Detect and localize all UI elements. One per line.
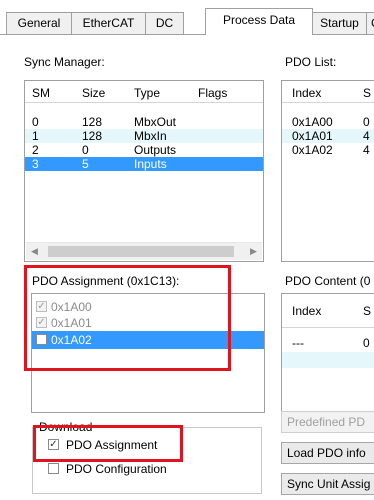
process-data-panel: Sync Manager: SM Size Type Flags 0 128 M…	[0, 34, 374, 500]
pdo-assignment-list[interactable]: ✓ 0x1A00 ✓ 0x1A01 0x1A02	[31, 293, 265, 413]
sync-manager-label: Sync Manager:	[24, 55, 105, 69]
list-item	[282, 352, 374, 368]
col-flags[interactable]: Flags	[198, 86, 227, 100]
checkbox-0x1a01[interactable]: ✓	[36, 317, 47, 328]
col-size[interactable]: S	[363, 304, 371, 318]
col-size[interactable]: Size	[82, 86, 105, 100]
list-item[interactable]: ✓ 0x1A01	[32, 315, 264, 331]
list-item-selected[interactable]: 0x1A02	[32, 331, 264, 349]
scroll-left-icon[interactable]: ◀	[26, 243, 43, 260]
tab-process-data[interactable]: Process Data	[205, 8, 313, 35]
load-pdo-info-button[interactable]: Load PDO info	[281, 442, 374, 464]
list-item[interactable]: 0x1A00 0	[282, 115, 374, 129]
predefined-pdo-button[interactable]: Predefined PD	[281, 411, 374, 433]
tab-general[interactable]: General	[6, 12, 72, 34]
tab-startup[interactable]: Startup	[312, 12, 367, 34]
pdo-configuration-option-label: PDO Configuration	[66, 462, 167, 476]
tab-ethercat[interactable]: EtherCAT	[71, 12, 146, 34]
sync-manager-header: SM Size Type Flags	[25, 81, 263, 103]
download-label: Download	[37, 420, 95, 434]
pdo-content-label: PDO Content (0	[285, 274, 371, 288]
col-type[interactable]: Type	[134, 86, 160, 100]
col-index[interactable]: Index	[292, 86, 321, 100]
pdo-assignment-checkbox[interactable]: ✓	[48, 439, 59, 450]
scrollbar-thumb[interactable]	[48, 246, 234, 257]
pdo-list-label: PDO List:	[285, 55, 337, 69]
pdo-list[interactable]: Index S 0x1A00 0 0x1A01 4 0x1A02 4	[281, 80, 374, 262]
list-item[interactable]: ✓ 0x1A00	[32, 299, 264, 315]
tab-overflow[interactable]: C	[366, 12, 374, 34]
pdo-list-header: Index S	[282, 81, 374, 103]
col-index[interactable]: Index	[292, 304, 321, 318]
pdo-content-header: Index S	[282, 294, 374, 328]
pdo-content-list[interactable]: Index S --- 0	[281, 293, 374, 413]
scroll-right-icon[interactable]: ▶	[245, 243, 262, 260]
horizontal-scrollbar[interactable]: ◀ ▶	[26, 242, 262, 260]
list-item[interactable]: 0x1A01 4	[282, 129, 374, 143]
table-row-selected[interactable]: 3 5 Inputs	[25, 157, 263, 171]
col-size[interactable]: S	[363, 86, 371, 100]
pdo-assignment-option-label: PDO Assignment	[66, 438, 158, 452]
list-item[interactable]: 0x1A02 4	[282, 143, 374, 157]
table-row[interactable]: 1 128 MbxIn	[25, 129, 263, 143]
col-sm[interactable]: SM	[32, 86, 50, 100]
checkbox-0x1a02[interactable]	[36, 334, 47, 345]
pdo-configuration-checkbox[interactable]	[48, 463, 59, 474]
sync-manager-list[interactable]: SM Size Type Flags 0 128 MbxOut 1 128 Mb…	[24, 80, 264, 262]
checkbox-0x1a00[interactable]: ✓	[36, 301, 47, 312]
tab-dc[interactable]: DC	[145, 12, 184, 34]
sync-unit-assignment-button[interactable]: Sync Unit Assig	[281, 473, 374, 495]
list-item[interactable]: --- 0	[282, 336, 374, 350]
table-row[interactable]: 2 0 Outputs	[25, 143, 263, 157]
pdo-assignment-label: PDO Assignment (0x1C13):	[32, 274, 180, 288]
table-row[interactable]: 0 128 MbxOut	[25, 115, 263, 129]
